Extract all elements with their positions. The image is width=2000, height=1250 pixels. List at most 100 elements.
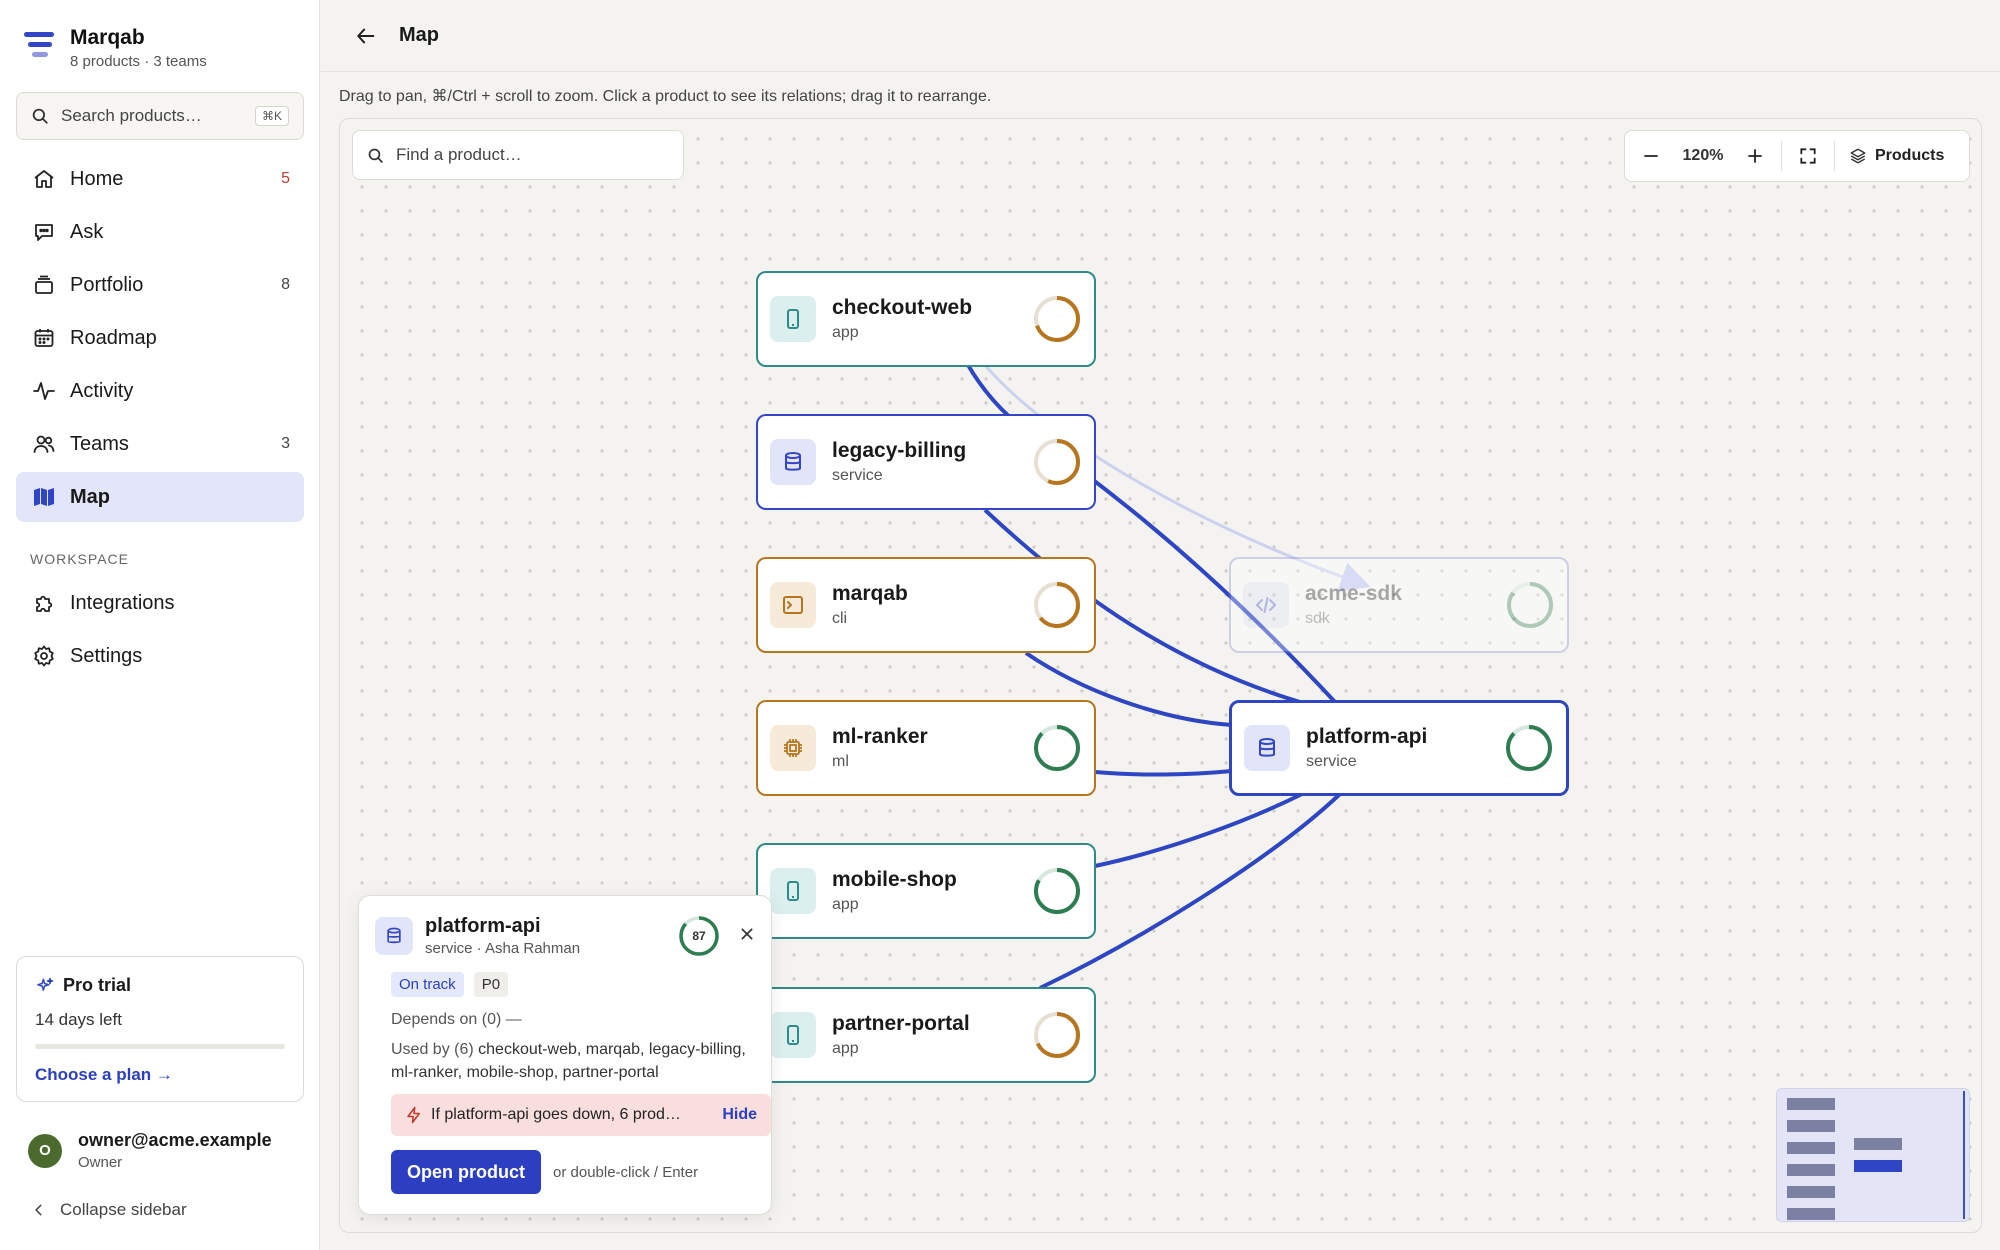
trial-progress-bar [35, 1044, 285, 1049]
node-name: ml-ranker [832, 725, 928, 748]
node-type: service [1306, 753, 1357, 770]
users-icon [30, 430, 58, 458]
nav-item-settings[interactable]: Settings [16, 631, 304, 681]
close-icon[interactable] [739, 925, 755, 948]
impact-alert: If platform-api goes down, 6 prod… Hide [391, 1094, 771, 1137]
search-products-input[interactable]: Search products… ⌘K [16, 92, 304, 140]
health-ring [1034, 296, 1080, 342]
terminal-icon [770, 582, 816, 628]
phone-icon [770, 1012, 816, 1058]
hide-alert-button[interactable]: Hide [722, 1106, 757, 1124]
nav-count: 8 [281, 276, 290, 293]
node-platform-api[interactable]: platform-api service [1229, 700, 1569, 796]
app-subtitle: 8 products · 3 teams [70, 53, 207, 70]
collapse-label: Collapse sidebar [60, 1200, 187, 1219]
node-legacy-billing[interactable]: legacy-billing service [756, 414, 1096, 510]
nav-label: Home [70, 167, 124, 190]
health-ring [1034, 1012, 1080, 1058]
node-type: ml [832, 753, 849, 770]
trial-days-left: 14 days left [35, 1010, 122, 1029]
puzzle-icon [30, 589, 58, 617]
activity-icon [30, 377, 58, 405]
node-name: platform-api [1306, 725, 1428, 748]
search-icon [368, 148, 383, 163]
fit-screen-icon [1800, 148, 1816, 164]
chip-icon [770, 725, 816, 771]
pro-trial-card: Pro trial 14 days left Choose a plan → [16, 956, 304, 1102]
node-mobile-shop[interactable]: mobile-shop app [756, 843, 1096, 939]
back-arrow-icon[interactable] [355, 25, 377, 47]
zoom-in-button[interactable] [1729, 130, 1781, 182]
workspace-nav: Integrations Settings [16, 578, 304, 684]
node-marqab[interactable]: marqab cli [756, 557, 1096, 653]
nav-label: Map [70, 485, 110, 508]
code-icon [1243, 582, 1289, 628]
node-checkout-web[interactable]: checkout-web app [756, 271, 1096, 367]
status-badge: On track [391, 972, 464, 997]
database-icon [770, 439, 816, 485]
page-header: Map [321, 0, 2000, 72]
node-type: cli [832, 610, 848, 627]
nav-count: 3 [281, 435, 290, 452]
health-ring [1034, 439, 1080, 485]
health-ring [1507, 582, 1553, 628]
map-icon [30, 483, 58, 511]
open-product-button[interactable]: Open product [391, 1150, 541, 1195]
details-subtitle: service · Asha Rahman [425, 940, 581, 957]
app-name: Marqab [70, 26, 145, 49]
minus-icon [1644, 155, 1658, 157]
page-title: Map [399, 24, 439, 46]
nav-item-ask[interactable]: Ask [16, 207, 304, 257]
minimap-node [1787, 1098, 1835, 1110]
collapse-sidebar-button[interactable]: Collapse sidebar [32, 1200, 187, 1220]
user-menu[interactable]: O owner@acme.example Owner [28, 1130, 272, 1171]
minimap[interactable] [1776, 1088, 1970, 1222]
node-type: sdk [1305, 610, 1330, 627]
node-name: mobile-shop [832, 868, 957, 891]
node-name: marqab [832, 582, 908, 605]
trial-title: Pro trial [63, 975, 132, 995]
depends-on-text: Depends on (0) — [391, 1011, 522, 1028]
avatar: O [28, 1133, 62, 1168]
find-product-input[interactable]: Find a product… [352, 130, 684, 180]
nav-item-portfolio[interactable]: Portfolio 8 [16, 260, 304, 310]
open-hint: or double-click / Enter [553, 1163, 699, 1181]
nav-item-roadmap[interactable]: Roadmap [16, 313, 304, 363]
zoom-level: 120% [1682, 147, 1724, 164]
node-type: app [832, 896, 859, 913]
gear-icon [30, 642, 58, 670]
used-by-prefix: Used by (6) [391, 1041, 479, 1059]
phone-icon [770, 296, 816, 342]
node-name: partner-portal [832, 1012, 970, 1035]
nav-item-home[interactable]: Home 5 [16, 154, 304, 204]
node-ml-ranker[interactable]: ml-ranker ml [756, 700, 1096, 796]
used-by: Used by (6) checkout-web, marqab, legacy… [391, 1039, 755, 1084]
brand[interactable]: Marqab 8 products · 3 teams [24, 26, 207, 70]
home-icon [30, 165, 58, 193]
database-icon [1244, 725, 1290, 771]
minimap-node-selected [1854, 1160, 1902, 1172]
node-type: app [832, 1040, 859, 1057]
nav-item-teams[interactable]: Teams 3 [16, 419, 304, 469]
nav-label: Teams [70, 432, 129, 455]
nav-item-map[interactable]: Map [16, 472, 304, 522]
details-name: platform-api [425, 915, 541, 937]
node-acme-sdk[interactable]: acme-sdk sdk [1229, 557, 1569, 653]
find-placeholder: Find a product… [396, 145, 522, 164]
search-placeholder: Search products… [61, 106, 202, 125]
nav-item-integrations[interactable]: Integrations [16, 578, 304, 628]
fit-view-button[interactable] [1782, 130, 1834, 182]
node-name: legacy-billing [832, 439, 967, 462]
nav-item-activity[interactable]: Activity [16, 366, 304, 416]
user-role: Owner [78, 1154, 123, 1171]
depends-on: Depends on (0) — [391, 1009, 755, 1031]
node-partner-portal[interactable]: partner-portal app [756, 987, 1096, 1083]
layers-label: Products [1875, 147, 1945, 164]
zoom-out-button[interactable] [1625, 130, 1677, 182]
plus-icon [1748, 149, 1762, 163]
lightning-icon [407, 1106, 420, 1124]
logo-icon [24, 32, 56, 66]
choose-plan-link[interactable]: Choose a plan → [35, 1065, 285, 1085]
nav-label: Settings [70, 644, 143, 667]
layers-products-button[interactable]: Products [1835, 147, 1956, 165]
